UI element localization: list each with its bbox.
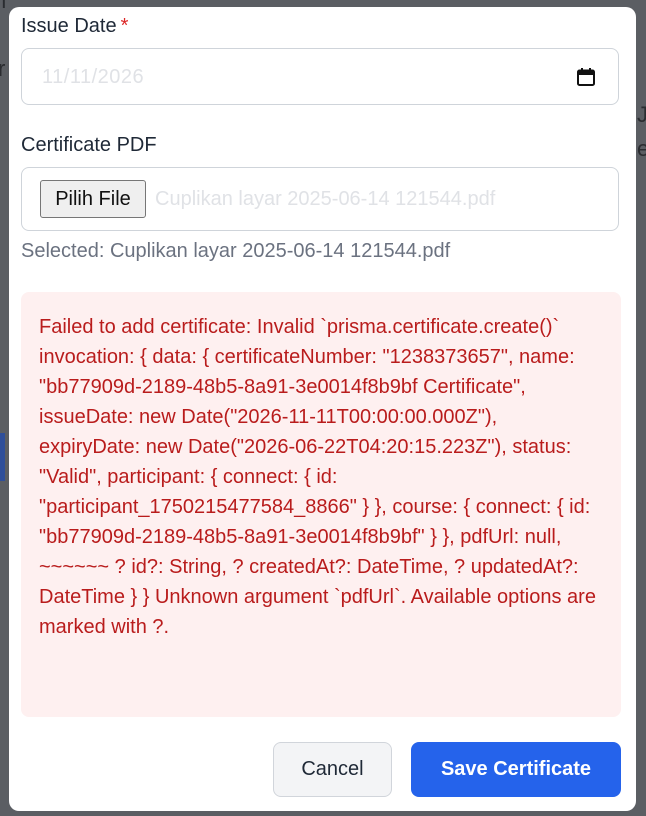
- selected-file-text: Selected: Cuplikan layar 2025-06-14 1215…: [21, 240, 451, 262]
- calendar-icon[interactable]: [576, 67, 596, 87]
- certificate-pdf-file-input[interactable]: Pilih File Cuplikan layar 2025-06-14 121…: [21, 167, 619, 231]
- error-message: Failed to add certificate: Invalid `pris…: [39, 316, 596, 638]
- backdrop-text-fragment: J: [637, 102, 646, 127]
- chosen-file-name: Cuplikan layar 2025-06-14 121544.pdf: [155, 188, 496, 210]
- issue-date-label-text: Issue Date: [21, 15, 117, 37]
- certificate-pdf-label: Certificate PDF: [21, 134, 157, 156]
- issue-date-label: Issue Date *: [21, 15, 128, 38]
- choose-file-button[interactable]: Pilih File: [40, 180, 146, 218]
- error-alert: Failed to add certificate: Invalid `pris…: [21, 292, 621, 717]
- add-certificate-modal: Issue Date * 11/11/2026 Certificate PDF P…: [9, 7, 636, 811]
- required-indicator: *: [120, 15, 129, 37]
- backdrop-text-fragment: n: [0, 0, 7, 13]
- cancel-button[interactable]: Cancel: [273, 742, 392, 797]
- issue-date-value: 11/11/2026: [42, 66, 145, 88]
- save-certificate-button[interactable]: Save Certificate: [411, 742, 621, 797]
- backdrop-text-fragment: e: [637, 136, 646, 161]
- backdrop-text-fragment: r: [0, 56, 6, 81]
- backdrop-panel: [0, 433, 5, 481]
- issue-date-input[interactable]: 11/11/2026: [21, 48, 619, 105]
